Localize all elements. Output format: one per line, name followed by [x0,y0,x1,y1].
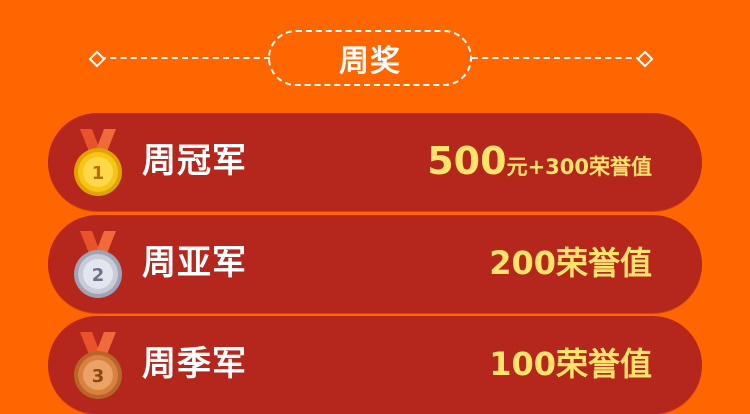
silver-medal-icon: 2 [72,231,124,301]
reward-row-third-place: 3 周季军 100荣誉值 [48,316,702,414]
section-title: 周奖 [268,30,472,86]
medal-number: 3 [92,366,105,387]
gold-medal-icon: 1 [72,129,124,199]
rank-name: 周冠军 [142,141,247,181]
dashed-divider-right [472,57,642,59]
prize-unit: 元 [506,155,528,179]
prize-value: 200荣誉值 [489,241,652,285]
diamond-ornament-right [636,50,654,68]
section-header: 周奖 [0,0,750,110]
reward-row-runner-up: 2 周亚军 200荣誉值 [48,215,702,313]
prize-value: 500 元 +300荣誉值 [427,139,652,183]
reward-row-champion: 1 周冠军 500 元 +300荣誉值 [48,113,702,211]
bronze-medal-icon: 3 [72,332,124,402]
medal-number: 1 [92,163,105,184]
prize-amount: 500 [427,139,507,183]
diamond-ornament-left [88,50,106,68]
prize-value: 100荣誉值 [489,342,652,386]
prize-text: 100荣誉值 [489,345,652,383]
medal-number: 2 [92,265,105,286]
dashed-divider-left [100,57,270,59]
rank-name: 周季军 [142,344,247,384]
prize-text: 200荣誉值 [489,244,652,282]
rank-name: 周亚军 [142,243,247,283]
prize-extra: +300荣誉值 [527,155,652,179]
